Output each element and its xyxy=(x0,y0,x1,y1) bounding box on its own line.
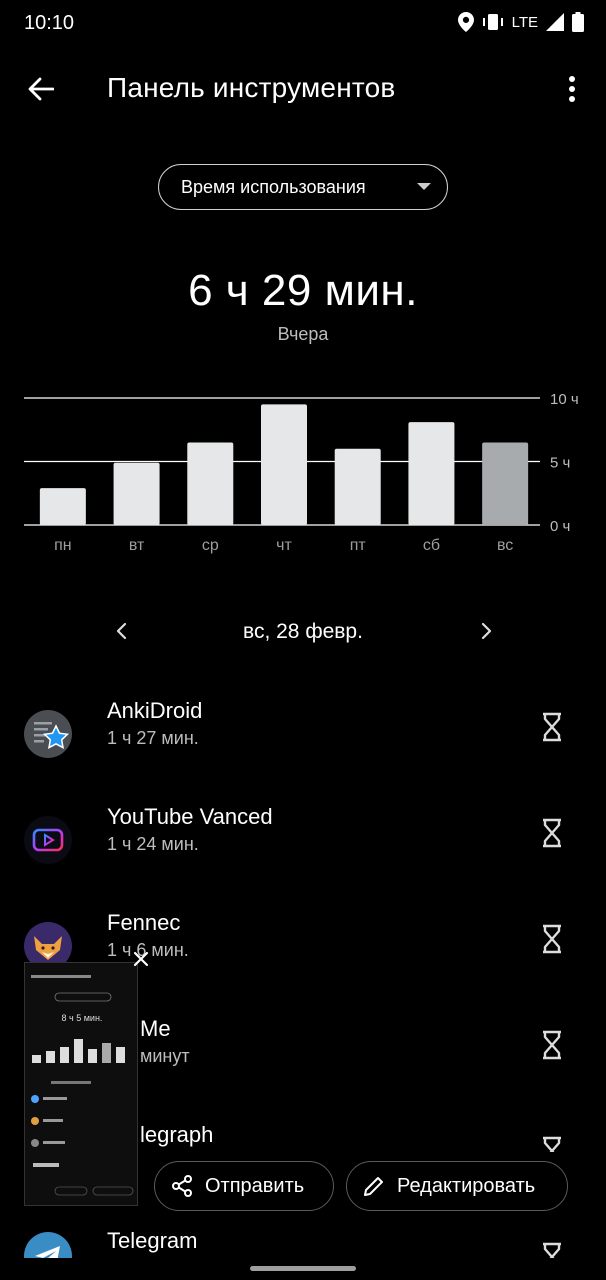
chart-bar[interactable] xyxy=(334,448,381,525)
send-button-label: Отправить xyxy=(205,1174,305,1197)
list-item[interactable]: Telegram xyxy=(0,1228,606,1258)
telegram-icon xyxy=(24,1232,72,1258)
chart-x-tick-label: сб xyxy=(423,537,440,554)
total-usage-subtitle: Вчера xyxy=(277,324,329,344)
chart-bar[interactable] xyxy=(113,462,160,525)
signal-icon xyxy=(546,13,564,31)
app-usage-time: 1 ч 27 мин. xyxy=(107,728,199,748)
thumbnail-total: 8 ч 5 мин. xyxy=(62,1013,103,1023)
page-title: Панель инструментов xyxy=(107,72,396,103)
list-item[interactable]: YouTube Vanced 1 ч 24 мин. xyxy=(0,804,606,894)
app-timer-button[interactable] xyxy=(534,1236,570,1258)
chart-bar[interactable] xyxy=(408,422,455,525)
app-bar: Панель инструментов xyxy=(0,58,606,118)
app-timer-button[interactable] xyxy=(534,1130,570,1152)
metric-dropdown-label: Время использования xyxy=(181,176,366,197)
chart-x-tick-label: чт xyxy=(276,537,292,554)
next-day-button[interactable] xyxy=(472,616,502,646)
status-time: 10:10 xyxy=(24,12,75,34)
app-name: Telegram xyxy=(107,1228,198,1253)
more-options-button[interactable] xyxy=(554,68,590,110)
close-preview-button[interactable] xyxy=(128,946,154,972)
date-navigator: вс, 28 февр. xyxy=(0,612,606,652)
chart-bar[interactable] xyxy=(482,442,529,525)
app-timer-button[interactable] xyxy=(534,1024,570,1066)
hourglass-icon xyxy=(543,1030,561,1060)
share-icon xyxy=(169,1173,195,1199)
hourglass-icon xyxy=(543,712,561,742)
app-name: Me xyxy=(140,1016,171,1041)
chevron-right-icon xyxy=(481,622,492,640)
edit-button-label: Редактировать xyxy=(397,1174,536,1197)
app-name: AnkiDroid xyxy=(107,698,203,723)
total-usage: 6 ч 29 мин. xyxy=(188,266,418,315)
chart-x-tick-label: вс xyxy=(497,537,513,554)
battery-icon xyxy=(572,12,584,32)
hourglass-icon xyxy=(543,1136,561,1152)
status-icons: LTE xyxy=(457,12,584,32)
ankidroid-icon xyxy=(24,710,72,758)
app-timer-button[interactable] xyxy=(534,706,570,748)
close-icon xyxy=(133,951,149,967)
usage-chart: 10 ч 5 ч 0 ч пн вт ср чт пт сб вс xyxy=(0,380,606,560)
metric-dropdown[interactable]: Время использования xyxy=(158,164,448,210)
gesture-nav-bar[interactable] xyxy=(250,1266,356,1271)
chart-x-tick-label: ср xyxy=(202,537,219,554)
chart-x-tick-label: вт xyxy=(129,537,145,554)
screenshot-preview[interactable]: 8 ч 5 мин. xyxy=(24,962,138,1206)
more-vert-icon xyxy=(569,76,575,102)
chart-bar[interactable] xyxy=(39,488,86,525)
usage-chart-svg: 10 ч 5 ч 0 ч пн вт ср чт пт сб вс xyxy=(24,391,579,554)
chart-bar[interactable] xyxy=(187,442,234,525)
back-button[interactable] xyxy=(20,68,62,110)
status-bar: 10:10 LTE xyxy=(0,0,606,48)
chart-y-tick-label: 0 ч xyxy=(550,518,570,535)
app-timer-button[interactable] xyxy=(534,918,570,960)
pencil-icon xyxy=(361,1173,387,1199)
app-timer-button[interactable] xyxy=(534,812,570,854)
location-icon xyxy=(457,12,474,32)
edit-button[interactable]: Редактировать xyxy=(346,1161,568,1211)
chart-x-tick-label: пн xyxy=(54,537,72,554)
selected-date: вс, 28 февр. xyxy=(243,620,363,643)
hourglass-icon xyxy=(543,924,561,954)
list-item[interactable]: AnkiDroid 1 ч 27 мин. xyxy=(0,698,606,788)
dropdown-arrow-icon xyxy=(417,183,431,190)
network-type: LTE xyxy=(511,13,538,31)
chart-bar[interactable] xyxy=(261,404,307,525)
chart-x-tick-label: пт xyxy=(350,537,367,554)
hourglass-icon xyxy=(543,1242,561,1258)
hourglass-icon xyxy=(543,818,561,848)
send-button[interactable]: Отправить xyxy=(154,1161,334,1211)
chart-y-tick-label: 10 ч xyxy=(550,391,579,408)
youtube-vanced-icon xyxy=(24,816,72,864)
app-usage-time: минут xyxy=(140,1046,190,1066)
vibrate-icon xyxy=(482,14,503,30)
app-name: YouTube Vanced xyxy=(107,804,273,829)
chart-y-tick-label: 5 ч xyxy=(550,455,570,472)
screenshot-preview-image: 8 ч 5 мин. xyxy=(25,963,137,1205)
arrow-back-icon xyxy=(28,77,54,101)
app-usage-time: 1 ч 24 мин. xyxy=(107,834,199,854)
app-name: legraph xyxy=(140,1122,214,1147)
app-name: Fennec xyxy=(107,910,181,935)
